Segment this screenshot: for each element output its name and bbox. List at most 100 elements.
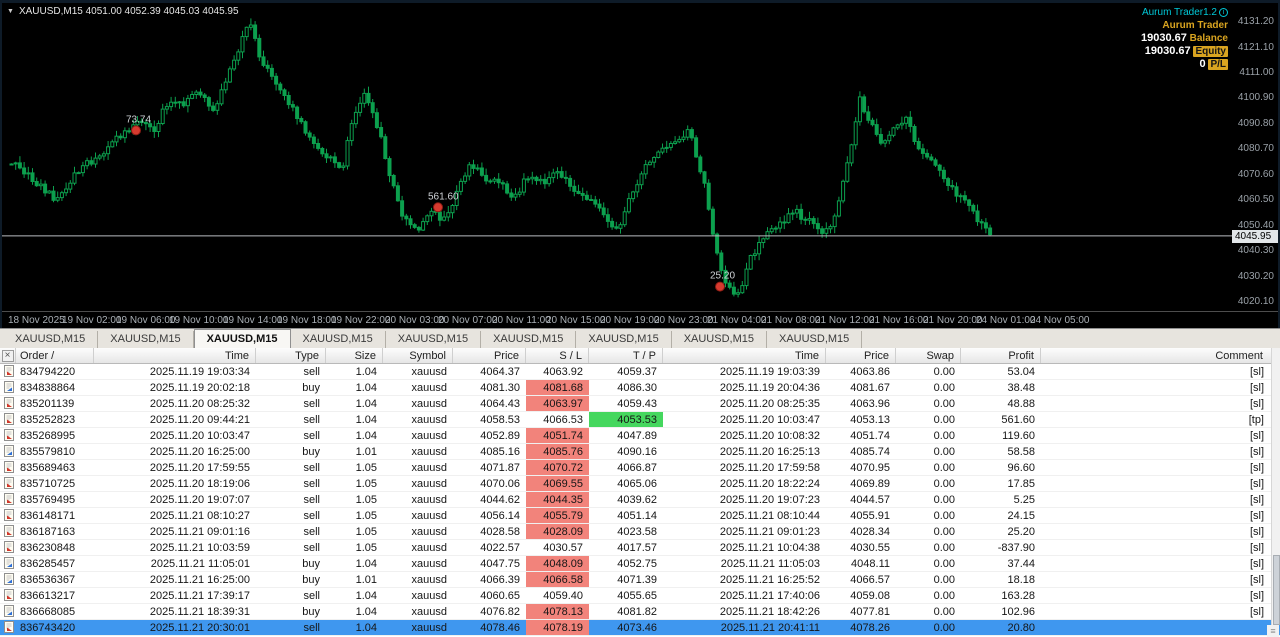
table-row[interactable]: 835579810 2025.11.20 16:25:00 buy 1.01 xauus… xyxy=(0,444,1280,460)
table-row[interactable]: 836187163 2025.11.21 09:01:16 sell 1.05 xauu… xyxy=(0,524,1280,540)
table-row[interactable]: 836668085 2025.11.21 18:39:31 buy 1.04 xauus… xyxy=(0,604,1280,620)
chart-tab-2[interactable]: XAUUSD,M15 xyxy=(193,329,291,348)
cell-price: 4060.65 xyxy=(480,590,520,602)
cell-symbol: xauusd xyxy=(411,462,447,474)
table-row[interactable]: 835252823 2025.11.20 09:44:21 sell 1.04 xauu… xyxy=(0,412,1280,428)
indicator-info-icon[interactable]: i xyxy=(1219,8,1228,17)
cell-symbol: xauusd xyxy=(411,382,447,394)
cell-comment: [sl] xyxy=(1249,430,1264,442)
time-axis-label: 21 Nov 12:00 xyxy=(815,315,875,326)
time-axis[interactable]: 18 Nov 2025 19 Nov 02:00 19 Nov 06:00 19 No… xyxy=(2,311,1278,328)
column-header-price[interactable]: Price xyxy=(826,348,896,363)
cell-comment xyxy=(1041,620,1280,635)
balance-label: Balance xyxy=(1189,33,1228,44)
table-row[interactable]: 836743420 2025.11.21 20:30:01 sell 1.04 xauu… xyxy=(0,620,1280,636)
chart-tab-1[interactable]: XAUUSD,M15 xyxy=(98,331,194,348)
cell-close-time: 2025.11.20 10:03:47 xyxy=(719,414,820,426)
cell-sl: 4044.35 xyxy=(526,492,589,507)
cell-swap: 0.00 xyxy=(933,382,955,394)
cell-type: sell xyxy=(303,478,320,490)
table-vscrollbar[interactable] xyxy=(1271,348,1280,625)
cell-close-time: 2025.11.21 08:10:44 xyxy=(719,510,820,522)
table-row[interactable]: 835201139 2025.11.20 08:25:32 sell 1.04 xauu… xyxy=(0,396,1280,412)
column-header-order[interactable]: Order / xyxy=(16,348,94,363)
indicator-brand: Aurum Trader xyxy=(1162,20,1228,31)
cell-profit: 25.20 xyxy=(1007,526,1035,538)
cell-price: 4071.87 xyxy=(480,462,520,474)
cell-price: 4028.58 xyxy=(480,526,520,538)
order-doc-icon xyxy=(0,444,16,459)
chart-region: 73.74 561.60 25.20 ▼ XAUUSD,M15 4051.00 40… xyxy=(2,3,1278,311)
cell-swap: 0.00 xyxy=(933,558,955,570)
column-header-swap[interactable]: Swap xyxy=(896,348,961,363)
table-row[interactable]: 836536367 2025.11.21 16:25:00 buy 1.01 xauus… xyxy=(0,572,1280,588)
cell-tp: 4059.37 xyxy=(617,366,657,378)
table-row[interactable]: 835710725 2025.11.20 18:19:06 sell 1.05 xauu… xyxy=(0,476,1280,492)
cell-swap: 0.00 xyxy=(933,494,955,506)
chart-tab-7[interactable]: XAUUSD,M15 xyxy=(672,331,767,348)
table-vscrollbar-thumb[interactable] xyxy=(1273,555,1280,625)
order-doc-icon xyxy=(0,428,16,443)
column-header-time[interactable]: Time xyxy=(94,348,256,363)
cell-type: sell xyxy=(303,430,320,442)
cell-close-time: 2025.11.21 09:01:23 xyxy=(719,526,820,538)
table-row[interactable]: 835268995 2025.11.20 10:03:47 sell 1.04 xauu… xyxy=(0,428,1280,444)
cell-profit: 38.48 xyxy=(1007,382,1035,394)
table-row[interactable]: 836148171 2025.11.21 08:10:27 sell 1.05 xauu… xyxy=(0,508,1280,524)
column-header-symbol[interactable]: Symbol xyxy=(383,348,453,363)
cell-symbol: xauusd xyxy=(411,574,447,586)
cell-open-time: 2025.11.21 18:39:31 xyxy=(149,606,250,618)
cell-tp: 4055.65 xyxy=(617,590,657,602)
cell-open-time: 2025.11.21 16:25:00 xyxy=(149,574,250,586)
time-axis-label: 21 Nov 16:00 xyxy=(869,315,929,326)
table-row[interactable]: 836230848 2025.11.21 10:03:59 sell 1.05 xauu… xyxy=(0,540,1280,556)
chart-tab-0[interactable]: XAUUSD,M15 xyxy=(3,331,99,348)
column-header-profit[interactable]: Profit xyxy=(961,348,1041,363)
chart-tab-8[interactable]: XAUUSD,M15 xyxy=(767,331,863,348)
column-header-tp[interactable]: T / P xyxy=(589,348,663,363)
column-header-time[interactable]: Time xyxy=(663,348,826,363)
chart-tab-3[interactable]: XAUUSD,M15 xyxy=(291,331,386,348)
cell-swap: 0.00 xyxy=(933,590,955,602)
table-row[interactable]: 834794220 2025.11.19 19:03:34 sell 1.04 xauu… xyxy=(0,364,1280,380)
chart-dropdown-icon[interactable]: ▼ xyxy=(7,8,14,15)
cell-type: sell xyxy=(303,510,320,522)
close-toolbox-button[interactable]: × xyxy=(1,350,14,362)
column-header-price[interactable]: Price xyxy=(453,348,526,363)
cell-profit: -837.90 xyxy=(997,542,1035,554)
price-axis[interactable]: 4045.95 4131.20 4121.10 4111.00 4100.90 4090… xyxy=(1232,3,1278,311)
cell-close-price: 4048.11 xyxy=(851,558,890,570)
cell-profit: 119.60 xyxy=(1002,430,1035,442)
table-row[interactable]: 836285457 2025.11.21 11:05:01 buy 1.04 xauus… xyxy=(0,556,1280,572)
equity-label: Equity xyxy=(1193,46,1228,57)
cell-tp: 4073.46 xyxy=(617,622,657,634)
chart-tab-6[interactable]: XAUUSD,M15 xyxy=(576,331,672,348)
cell-order: 835579810 xyxy=(20,446,76,458)
chart-tab-5[interactable]: XAUUSD,M15 xyxy=(481,331,577,348)
chart-title: ▼ XAUUSD,M15 4051.00 4052.39 4045.03 404… xyxy=(7,6,239,17)
column-header-sl[interactable]: S / L xyxy=(526,348,589,363)
table-row[interactable]: 834838864 2025.11.19 20:02:18 buy 1.04 xauus… xyxy=(0,380,1280,396)
cell-size: 1.04 xyxy=(355,398,377,410)
cell-close-price: 4055.91 xyxy=(850,510,890,522)
time-axis-label: 19 Nov 18:00 xyxy=(277,315,337,326)
column-header-type[interactable]: Type xyxy=(256,348,326,363)
column-header-size[interactable]: Size xyxy=(326,348,383,363)
cell-open-time: 2025.11.21 11:05:01 xyxy=(150,558,250,570)
candlestick-chart[interactable]: 73.74 561.60 25.20 xyxy=(2,3,1232,311)
cell-open-time: 2025.11.21 10:03:59 xyxy=(149,542,250,554)
table-row[interactable]: 836613217 2025.11.21 17:39:17 sell 1.04 xauu… xyxy=(0,588,1280,604)
time-axis-label: 20 Nov 23:00 xyxy=(654,315,714,326)
table-row[interactable]: 835689463 2025.11.20 17:59:55 sell 1.05 xauu… xyxy=(0,460,1280,476)
resize-grip-icon[interactable]: ≡ xyxy=(1267,625,1279,637)
chart-tab-4[interactable]: XAUUSD,M15 xyxy=(386,331,482,348)
cell-close-price: 4053.13 xyxy=(850,414,890,426)
cell-order: 836230848 xyxy=(20,542,76,554)
time-axis-label: 21 Nov 04:00 xyxy=(707,315,767,326)
cell-size: 1.04 xyxy=(355,606,377,618)
cell-sl: 4066.58 xyxy=(526,572,589,587)
table-row[interactable]: 835769495 2025.11.20 19:07:07 sell 1.05 xauu… xyxy=(0,492,1280,508)
time-axis-label: 20 Nov 15:00 xyxy=(546,315,606,326)
column-header-comment[interactable]: Comment xyxy=(1041,348,1280,363)
balance-line: 19030.67 Balance xyxy=(1141,32,1228,45)
